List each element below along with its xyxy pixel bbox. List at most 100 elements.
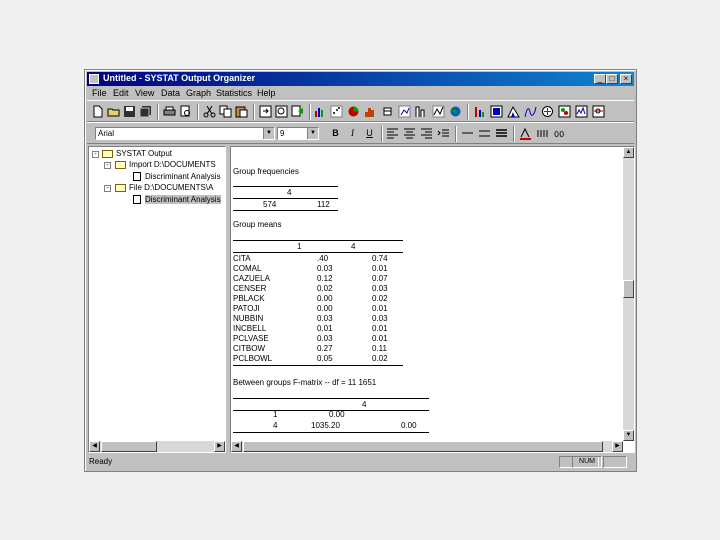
align-right-icon[interactable] bbox=[420, 127, 433, 140]
menu-edit[interactable]: Edit bbox=[113, 88, 129, 98]
menu-help[interactable]: Help bbox=[257, 88, 276, 98]
means-row-label: INCBELL bbox=[233, 324, 267, 333]
menu-view[interactable]: View bbox=[135, 88, 154, 98]
menu-bar: File Edit View Data Graph Statistics Hel… bbox=[87, 87, 634, 100]
find-icon[interactable] bbox=[275, 105, 288, 118]
scroll-thumb[interactable] bbox=[101, 441, 157, 452]
decimal-places-icon[interactable]: 00 bbox=[553, 127, 566, 140]
tree-horizontal-scrollbar[interactable]: ◀ ▶ bbox=[89, 441, 225, 452]
app-icon[interactable] bbox=[89, 74, 99, 84]
new-icon[interactable] bbox=[91, 105, 104, 118]
close-button[interactable]: × bbox=[620, 74, 632, 84]
scroll-left-icon[interactable]: ◀ bbox=[89, 441, 100, 452]
f-matrix-header: 4 bbox=[362, 400, 367, 409]
box-plot-icon[interactable] bbox=[381, 105, 394, 118]
align-left-icon[interactable] bbox=[386, 127, 399, 140]
means-cell: 0.03 bbox=[317, 334, 333, 343]
tree-item-root[interactable]: SYSTAT Output bbox=[116, 149, 172, 158]
font-size-combo[interactable]: 9 ▼ bbox=[277, 127, 319, 140]
quality-control-icon[interactable] bbox=[592, 105, 605, 118]
dot-plot-icon[interactable] bbox=[398, 105, 411, 118]
means-cell: 0.00 bbox=[317, 304, 333, 313]
scroll-right-icon[interactable]: ▶ bbox=[214, 441, 225, 452]
double-line-icon[interactable] bbox=[478, 127, 491, 140]
font-name-combo[interactable]: Arial ▼ bbox=[95, 127, 275, 140]
table-rule bbox=[233, 240, 403, 241]
means-row-label: CENSER bbox=[233, 284, 267, 293]
tree-item-file[interactable]: File D:\DOCUMENTS\A bbox=[129, 183, 213, 192]
means-cell: 0.02 bbox=[317, 284, 333, 293]
scroll-left-icon[interactable]: ◀ bbox=[231, 441, 242, 452]
toolbar-separator bbox=[467, 104, 469, 120]
insert-icon[interactable] bbox=[259, 105, 272, 118]
density-plot-icon[interactable] bbox=[415, 105, 428, 118]
bold-button[interactable]: B bbox=[329, 127, 342, 140]
output-vertical-scrollbar[interactable]: ▲ ▼ bbox=[623, 147, 634, 441]
indent-icon[interactable] bbox=[437, 127, 450, 140]
regression-icon[interactable] bbox=[507, 105, 520, 118]
minimize-button[interactable]: _ bbox=[594, 74, 606, 84]
means-cell: 0.01 bbox=[317, 324, 333, 333]
navigate-icon[interactable] bbox=[291, 105, 304, 118]
freq-value: 574 bbox=[263, 200, 277, 209]
underline-button[interactable]: U bbox=[363, 127, 376, 140]
chevron-down-icon[interactable]: ▼ bbox=[307, 128, 318, 139]
copy-icon[interactable] bbox=[219, 105, 232, 118]
scroll-down-icon[interactable]: ▼ bbox=[623, 430, 634, 441]
svg-text:00: 00 bbox=[554, 130, 564, 139]
means-cell: 0.02 bbox=[372, 354, 388, 363]
output-horizontal-scrollbar[interactable]: ◀ ▶ bbox=[231, 441, 623, 452]
scroll-right-icon[interactable]: ▶ bbox=[612, 441, 623, 452]
font-color-icon[interactable] bbox=[519, 127, 532, 140]
font-size-value: 9 bbox=[280, 129, 285, 138]
means-cell: 0.12 bbox=[317, 274, 333, 283]
print-preview-icon[interactable] bbox=[179, 105, 192, 118]
scroll-up-icon[interactable]: ▲ bbox=[623, 147, 634, 158]
tree-item-import[interactable]: Import D:\DOCUMENTS bbox=[129, 160, 216, 169]
print-icon[interactable] bbox=[163, 105, 176, 118]
save-all-icon[interactable] bbox=[139, 105, 152, 118]
table-icon[interactable] bbox=[490, 105, 503, 118]
map-icon[interactable] bbox=[449, 105, 462, 118]
tree-item-import-analysis[interactable]: Discriminant Analysis bbox=[145, 172, 221, 181]
decimal-icon[interactable] bbox=[536, 127, 549, 140]
title-bar[interactable]: Untitled - SYSTAT Output Organizer _ □ × bbox=[87, 72, 634, 86]
scroll-thumb[interactable] bbox=[243, 441, 603, 452]
f-matrix-row-label: 1 bbox=[273, 410, 278, 419]
anova-icon[interactable] bbox=[524, 105, 537, 118]
table-rule bbox=[233, 210, 338, 211]
pie-chart-icon[interactable] bbox=[347, 105, 360, 118]
means-row-label: CITA bbox=[233, 254, 251, 263]
line-plot-icon[interactable] bbox=[432, 105, 445, 118]
menu-data[interactable]: Data bbox=[161, 88, 180, 98]
open-icon[interactable] bbox=[107, 105, 120, 118]
chevron-down-icon[interactable]: ▼ bbox=[263, 128, 274, 139]
cut-icon[interactable] bbox=[203, 105, 216, 118]
multivariate-icon[interactable] bbox=[558, 105, 571, 118]
bar-chart-icon[interactable] bbox=[313, 105, 326, 118]
scroll-thumb[interactable] bbox=[623, 280, 634, 298]
scatter-plot-icon[interactable] bbox=[330, 105, 343, 118]
single-line-icon[interactable] bbox=[461, 127, 474, 140]
italic-button[interactable]: I bbox=[346, 127, 359, 140]
menu-file[interactable]: File bbox=[92, 88, 107, 98]
save-icon[interactable] bbox=[123, 105, 136, 118]
maximize-button[interactable]: □ bbox=[606, 74, 618, 84]
menu-graph[interactable]: Graph bbox=[186, 88, 211, 98]
histogram-icon[interactable] bbox=[364, 105, 377, 118]
collapse-toggle[interactable]: - bbox=[104, 185, 111, 192]
paste-icon[interactable] bbox=[235, 105, 248, 118]
toolbar-separator bbox=[381, 126, 383, 142]
collapse-toggle[interactable]: - bbox=[104, 162, 111, 169]
nonparametric-icon[interactable] bbox=[541, 105, 554, 118]
means-cell: 0.01 bbox=[372, 264, 388, 273]
time-series-icon[interactable] bbox=[575, 105, 588, 118]
menu-statistics[interactable]: Statistics bbox=[216, 88, 252, 98]
document-icon bbox=[133, 195, 141, 204]
collapse-toggle[interactable]: - bbox=[92, 151, 99, 158]
tree-item-file-analysis[interactable]: Discriminant Analysis bbox=[145, 195, 221, 204]
triple-line-icon[interactable] bbox=[495, 127, 508, 140]
app-window: Untitled - SYSTAT Output Organizer _ □ ×… bbox=[84, 69, 637, 472]
align-center-icon[interactable] bbox=[403, 127, 416, 140]
statistics-icon[interactable] bbox=[473, 105, 486, 118]
